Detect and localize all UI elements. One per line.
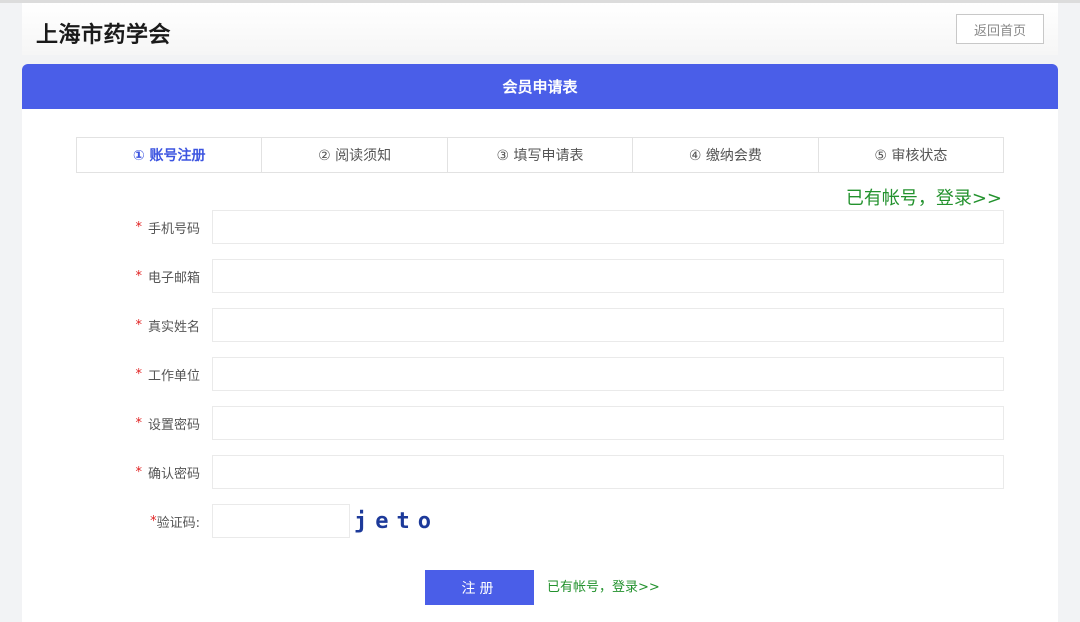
phone-input[interactable]: [212, 210, 1004, 244]
captcha-label: * 验证码:: [150, 504, 200, 538]
realname-label-text: 真实姓名: [147, 319, 200, 335]
login-link-top[interactable]: 已有帐号，登录>>: [846, 184, 1002, 210]
step-pay-fee[interactable]: ④ 缴纳会费: [633, 138, 819, 172]
workplace-label-text: 工作单位: [147, 368, 200, 384]
captcha-row: * 验证码: jeto: [22, 504, 1058, 538]
captcha-input[interactable]: [212, 504, 350, 538]
required-mark: *: [135, 268, 142, 284]
confirm-password-label: * 确认密码: [135, 455, 200, 489]
email-row: * 电子邮箱: [22, 259, 1058, 293]
workplace-input[interactable]: [212, 357, 1004, 391]
step-fill-form[interactable]: ③ 填写申请表: [448, 138, 634, 172]
required-mark: *: [135, 219, 142, 235]
step-read-notice[interactable]: ② 阅读须知: [262, 138, 448, 172]
email-label-text: 电子邮箱: [147, 270, 200, 286]
required-mark: *: [135, 464, 142, 480]
site-title: 上海市药学会: [36, 23, 172, 48]
phone-row: * 手机号码: [22, 210, 1058, 244]
email-input[interactable]: [212, 259, 1004, 293]
step-review-status[interactable]: ⑤ 审核状态: [819, 138, 1003, 172]
phone-label-text: 手机号码: [147, 221, 200, 237]
password-label: * 设置密码: [135, 406, 200, 440]
password-row: * 设置密码: [22, 406, 1058, 440]
register-button[interactable]: 注册: [425, 570, 534, 605]
site-header: 上海市药学会 返回首页: [22, 3, 1058, 55]
captcha-image[interactable]: jeto: [354, 504, 439, 538]
realname-row: * 真实姓名: [22, 308, 1058, 342]
required-mark: *: [135, 366, 142, 382]
workplace-row: * 工作单位: [22, 357, 1058, 391]
password-input[interactable]: [212, 406, 1004, 440]
confirm-password-row: * 确认密码: [22, 455, 1058, 489]
step-tabs: ① 账号注册 ② 阅读须知 ③ 填写申请表 ④ 缴纳会费 ⑤ 审核状态: [76, 137, 1004, 173]
phone-label: * 手机号码: [135, 210, 200, 244]
email-label: * 电子邮箱: [135, 259, 200, 293]
back-home-button[interactable]: 返回首页: [956, 14, 1044, 44]
confirm-password-input[interactable]: [212, 455, 1004, 489]
realname-label: * 真实姓名: [135, 308, 200, 342]
password-label-text: 设置密码: [147, 417, 200, 433]
form-title: 会员申请表: [22, 64, 1058, 109]
required-mark: *: [135, 317, 142, 333]
required-mark: *: [135, 415, 142, 431]
realname-input[interactable]: [212, 308, 1004, 342]
step-account-register[interactable]: ① 账号注册: [77, 138, 263, 172]
login-link-bottom[interactable]: 已有帐号，登录>>: [547, 576, 660, 595]
confirm-password-label-text: 确认密码: [147, 466, 200, 482]
captcha-label-text: 验证码:: [156, 515, 200, 531]
application-form-card: 会员申请表 ① 账号注册 ② 阅读须知 ③ 填写申请表 ④ 缴纳会费 ⑤ 审核状…: [22, 64, 1058, 622]
workplace-label: * 工作单位: [135, 357, 200, 391]
